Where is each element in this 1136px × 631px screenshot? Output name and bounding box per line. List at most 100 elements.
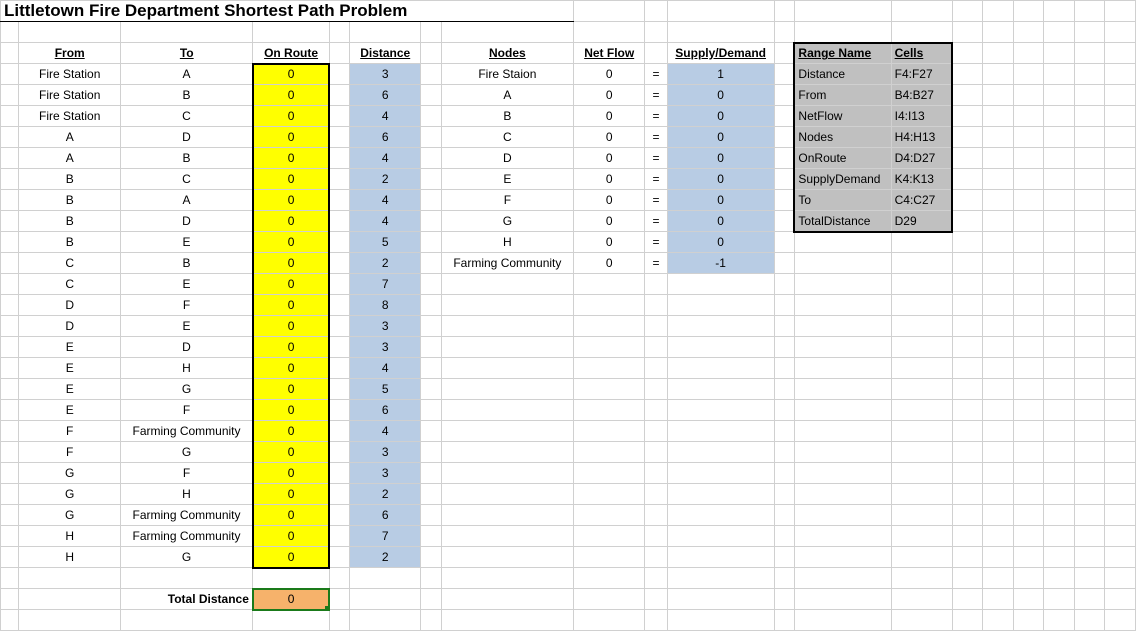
cell[interactable] (1105, 589, 1136, 610)
cell[interactable] (774, 127, 794, 148)
cell[interactable] (1105, 22, 1136, 43)
arc-distance[interactable]: 2 (350, 169, 421, 190)
cell[interactable] (1105, 337, 1136, 358)
range-name[interactable]: NetFlow (794, 106, 891, 127)
cell[interactable] (1, 442, 19, 463)
cell[interactable] (1074, 85, 1105, 106)
header-to[interactable]: To (121, 43, 253, 64)
cell[interactable] (774, 484, 794, 505)
arc-onroute[interactable]: 0 (253, 211, 329, 232)
cell[interactable] (574, 358, 645, 379)
cell[interactable] (645, 526, 667, 547)
cell[interactable] (1044, 1, 1075, 22)
cell[interactable] (952, 568, 983, 589)
cell[interactable] (952, 337, 983, 358)
cell[interactable] (1105, 379, 1136, 400)
range-cells[interactable]: C4:C27 (891, 190, 952, 211)
cell[interactable] (1105, 610, 1136, 631)
range-cells[interactable]: H4:H13 (891, 127, 952, 148)
cell[interactable] (1074, 442, 1105, 463)
cell[interactable] (794, 568, 891, 589)
cell[interactable] (1074, 211, 1105, 232)
cell[interactable] (774, 442, 794, 463)
cell[interactable] (794, 1, 891, 22)
cell[interactable] (1074, 22, 1105, 43)
cell[interactable] (1, 316, 19, 337)
cell[interactable] (645, 442, 667, 463)
cell[interactable] (667, 589, 774, 610)
cell[interactable] (421, 190, 441, 211)
cell[interactable] (1, 379, 19, 400)
cell[interactable] (952, 547, 983, 568)
cell[interactable] (1074, 484, 1105, 505)
cell[interactable] (329, 253, 349, 274)
node-supplydemand[interactable]: 0 (667, 211, 774, 232)
cell[interactable] (774, 148, 794, 169)
arc-distance[interactable]: 6 (350, 400, 421, 421)
cell[interactable] (983, 295, 1014, 316)
node-supplydemand[interactable]: 0 (667, 190, 774, 211)
arc-distance[interactable]: 6 (350, 85, 421, 106)
arc-from[interactable]: D (19, 295, 121, 316)
cell[interactable] (774, 400, 794, 421)
cell[interactable] (421, 442, 441, 463)
node-name[interactable]: Fire Staion (441, 64, 573, 85)
cell[interactable] (952, 1, 983, 22)
cell[interactable] (1044, 43, 1075, 64)
cell[interactable] (421, 463, 441, 484)
total-distance-label[interactable]: Total Distance (121, 589, 253, 610)
arc-distance[interactable]: 3 (350, 442, 421, 463)
cell[interactable] (441, 337, 573, 358)
cell[interactable] (421, 274, 441, 295)
cell[interactable] (1044, 232, 1075, 253)
cell[interactable] (952, 211, 983, 232)
cell[interactable] (645, 295, 667, 316)
cell[interactable] (329, 295, 349, 316)
cell[interactable] (1044, 337, 1075, 358)
cell[interactable] (574, 316, 645, 337)
range-name[interactable]: From (794, 85, 891, 106)
cell[interactable] (574, 295, 645, 316)
cell[interactable] (952, 400, 983, 421)
arc-from[interactable]: B (19, 190, 121, 211)
arc-from[interactable]: G (19, 484, 121, 505)
arc-onroute[interactable]: 0 (253, 547, 329, 568)
arc-onroute[interactable]: 0 (253, 148, 329, 169)
cell[interactable] (1105, 190, 1136, 211)
node-name[interactable]: E (441, 169, 573, 190)
arc-from[interactable]: Fire Station (19, 85, 121, 106)
cell[interactable] (891, 295, 952, 316)
cell[interactable] (1044, 316, 1075, 337)
arc-onroute[interactable]: 0 (253, 106, 329, 127)
cell[interactable] (421, 211, 441, 232)
cell[interactable] (574, 610, 645, 631)
header-rangename[interactable]: Range Name (794, 43, 891, 64)
cell[interactable] (891, 337, 952, 358)
arc-to[interactable]: B (121, 85, 253, 106)
cell[interactable] (952, 442, 983, 463)
cell[interactable] (1044, 526, 1075, 547)
cell[interactable] (645, 358, 667, 379)
cell[interactable] (19, 610, 121, 631)
cell[interactable] (774, 547, 794, 568)
arc-onroute[interactable]: 0 (253, 232, 329, 253)
node-supplydemand[interactable]: 0 (667, 169, 774, 190)
cell[interactable] (667, 400, 774, 421)
cell[interactable] (1013, 190, 1044, 211)
node-eq[interactable]: = (645, 232, 667, 253)
cell[interactable] (1074, 547, 1105, 568)
cell[interactable] (1, 148, 19, 169)
cell[interactable] (1074, 400, 1105, 421)
cell[interactable] (441, 379, 573, 400)
cell[interactable] (1044, 400, 1075, 421)
range-cells[interactable]: B4:B27 (891, 85, 952, 106)
range-cells[interactable]: D4:D27 (891, 148, 952, 169)
node-eq[interactable]: = (645, 169, 667, 190)
cell[interactable] (983, 589, 1014, 610)
cell[interactable] (1013, 337, 1044, 358)
cell[interactable] (645, 316, 667, 337)
cell[interactable] (574, 463, 645, 484)
cell[interactable] (421, 547, 441, 568)
cell[interactable] (1013, 421, 1044, 442)
cell[interactable] (1074, 379, 1105, 400)
